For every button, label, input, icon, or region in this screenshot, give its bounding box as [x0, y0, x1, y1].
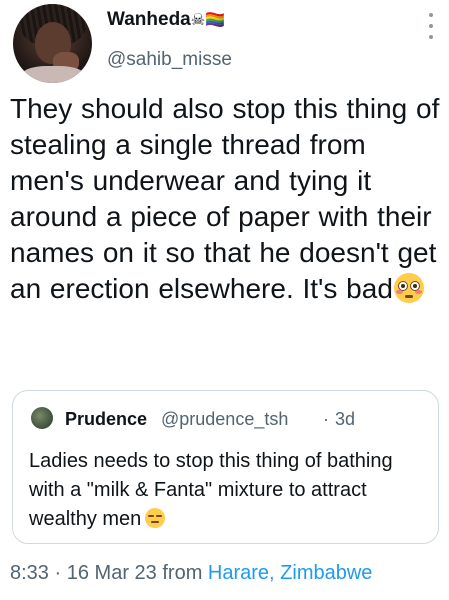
quoted-text-block: Ladies needs to stop this thing of bathi… [29, 447, 429, 534]
avatar[interactable] [13, 4, 92, 83]
quoted-time: 3d [335, 409, 356, 429]
tweet-body: They should also stop this thing of stea… [10, 91, 442, 307]
quoted-handle: @prudence_tsh [161, 409, 289, 429]
tweet-date[interactable]: 16 Mar 23 [67, 562, 157, 584]
author-display-name[interactable]: Wanheda☠🏳️‍🌈 [107, 9, 225, 31]
author-name-text: Wanheda [107, 9, 191, 30]
tweet-meta: 8:33 · 16 Mar 23 from Harare, Zimbabwe [10, 562, 372, 585]
unamused-face-icon [145, 508, 166, 528]
meta-separator: · [54, 562, 62, 584]
tweet-text: They should also stop this thing of stea… [10, 93, 440, 304]
tweet-time[interactable]: 8:33 [10, 562, 49, 584]
quoted-text: Ladies needs to stop this thing of bathi… [29, 450, 393, 530]
more-options-icon[interactable] [425, 13, 437, 39]
tweet-header: Wanheda☠🏳️‍🌈 @sahib_misse [0, 0, 449, 90]
quoted-display-name: Prudence [65, 409, 148, 429]
avatar-shirt [21, 66, 85, 83]
flushed-face-icon [393, 273, 424, 303]
name-emoji-icons: ☠🏳️‍🌈 [190, 10, 226, 29]
quoted-avatar[interactable] [31, 407, 53, 429]
from-label: from [162, 562, 203, 584]
author-handle[interactable]: @sahib_misse [107, 49, 232, 71]
quoted-separator: · [323, 409, 329, 429]
quoted-tweet-card[interactable]: Prudence @prudence_tsh · 3d Ladies needs… [12, 390, 439, 544]
location-link[interactable]: Harare, Zimbabwe [208, 562, 373, 584]
